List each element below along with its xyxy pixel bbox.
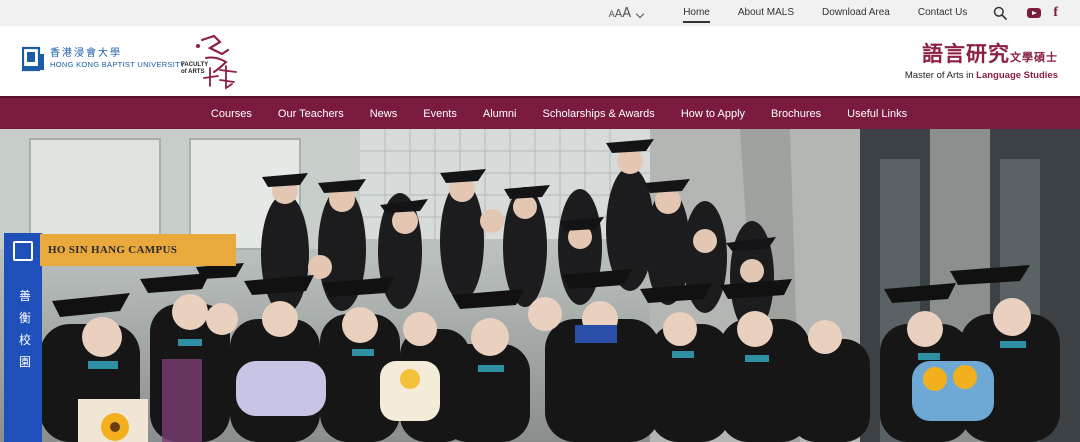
search-icon[interactable]: [993, 6, 1008, 20]
campus-sign-text: HO SIN HANG CAMPUS: [48, 244, 178, 256]
nav-alumni[interactable]: Alumni: [483, 108, 517, 120]
vertical-sign-char: 園: [18, 355, 31, 369]
font-medium-label[interactable]: A: [615, 7, 623, 20]
nav-our-teachers[interactable]: Our Teachers: [278, 108, 344, 120]
nav-news[interactable]: News: [370, 108, 398, 120]
vertical-sign-char: 善: [18, 289, 31, 303]
utility-bar: A A A Home About MALS Download Area Cont…: [0, 0, 1080, 26]
facebook-icon[interactable]: f: [1053, 6, 1058, 20]
faculty-label-line-2: of ARTS: [181, 69, 205, 75]
chevron-down-icon[interactable]: [635, 9, 645, 18]
faculty-of-arts-logo[interactable]: FACULTY of ARTS: [180, 32, 242, 92]
font-large-label[interactable]: A: [622, 6, 631, 21]
program-name-en-prefix: Master of Arts in: [904, 70, 974, 81]
main-nav: Courses Our Teachers News Events Alumni …: [0, 96, 1080, 129]
nav-events[interactable]: Events: [423, 108, 457, 120]
hkbu-logo[interactable]: 香港浸會大學 HONG KONG BAPTIST UNIVERSITY: [21, 46, 186, 72]
campus-vertical-sign: 善 衡 校 園: [18, 285, 32, 373]
nav-useful-links[interactable]: Useful Links: [847, 108, 907, 120]
hkbu-sign-icon: [13, 241, 33, 261]
vertical-sign-char: 衡: [18, 311, 31, 325]
vertical-sign-char: 校: [18, 333, 31, 347]
university-name-en: HONG KONG BAPTIST UNIVERSITY: [50, 60, 186, 69]
youtube-icon[interactable]: [1027, 8, 1042, 18]
graduation-group-illustration: [0, 129, 1080, 442]
program-name-zh-main: 語言研究: [922, 41, 1010, 66]
program-name-en: Master of Arts in Language Studies: [905, 70, 1058, 82]
nav-brochures[interactable]: Brochures: [771, 108, 821, 120]
hero-graduation-photo: 善 衡 校 園 HO SIN HANG CAMPUS: [0, 129, 1080, 442]
font-size-control[interactable]: A A A: [609, 6, 645, 21]
mals-logo[interactable]: 語言研究文學碩士 Master of Arts in Language Stud…: [905, 42, 1058, 82]
top-link-contact-us[interactable]: Contact Us: [918, 0, 967, 26]
top-link-download-area[interactable]: Download Area: [822, 0, 890, 26]
site-header: 香港浸會大學 HONG KONG BAPTIST UNIVERSITY FACU…: [0, 26, 1080, 96]
nav-courses[interactable]: Courses: [211, 108, 252, 120]
nav-scholarships-awards[interactable]: Scholarships & Awards: [543, 108, 655, 120]
university-name-zh: 香港浸會大學: [50, 48, 122, 59]
top-link-about-mals[interactable]: About MALS: [738, 0, 794, 26]
hkbu-emblem-icon: [21, 46, 46, 72]
program-name-en-highlight: Language Studies: [976, 70, 1058, 81]
nav-how-to-apply[interactable]: How to Apply: [681, 108, 745, 120]
faculty-label-line-1: FACULTY: [181, 62, 209, 68]
program-name-zh-sub: 文學碩士: [1010, 51, 1058, 64]
campus-sign: HO SIN HANG CAMPUS: [40, 234, 236, 266]
top-link-home[interactable]: Home: [683, 0, 710, 26]
campus-sign-post: 善 衡 校 園: [4, 233, 42, 442]
program-name-zh: 語言研究文學碩士: [905, 42, 1058, 70]
